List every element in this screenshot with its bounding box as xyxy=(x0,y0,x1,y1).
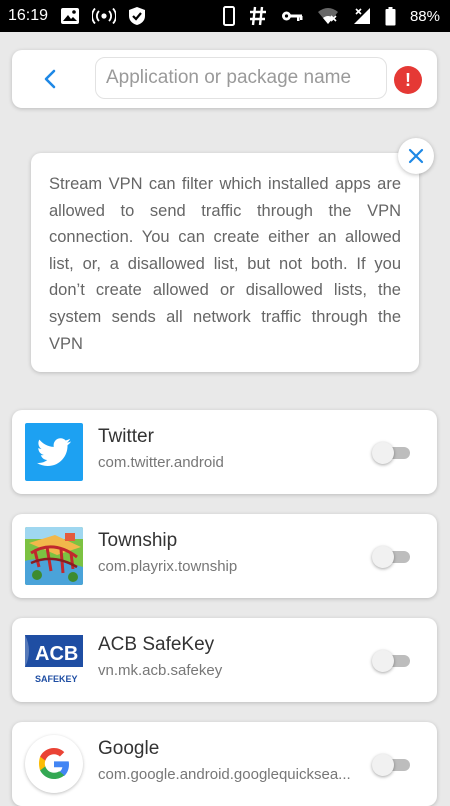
app-name: Twitter xyxy=(98,426,154,447)
app-package: vn.mk.acb.safekey xyxy=(98,662,223,679)
app-toggle[interactable] xyxy=(372,546,410,568)
twitter-icon xyxy=(25,423,83,481)
hash-icon xyxy=(249,6,267,26)
acb-logo-text: ACB xyxy=(35,643,78,665)
app-name: ACB SafeKey xyxy=(98,634,215,655)
list-item-app[interactable]: Township com.playrix.township xyxy=(12,514,437,598)
status-bar: 16:19 88% xyxy=(0,0,450,32)
wifi-icon xyxy=(317,7,339,25)
app-toggle[interactable] xyxy=(372,442,410,464)
township-icon xyxy=(25,527,83,585)
acb-safekey-icon: ACB SAFEKEY xyxy=(25,631,83,689)
battery-icon xyxy=(385,6,396,26)
list-item-app[interactable]: Google com.google.android.googlequicksea… xyxy=(12,722,437,806)
app-name: Google xyxy=(98,738,160,759)
info-text: Stream VPN can filter which installed ap… xyxy=(49,175,401,353)
app-package: com.twitter.android xyxy=(98,454,224,471)
key-icon xyxy=(281,9,303,23)
list-item-app[interactable]: ACB SAFEKEY ACB SafeKey vn.mk.acb.safeke… xyxy=(12,618,437,702)
google-icon xyxy=(25,735,83,793)
phone-icon xyxy=(222,6,235,26)
list-item-app[interactable]: Twitter com.twitter.android xyxy=(12,410,437,494)
info-card: Stream VPN can filter which installed ap… xyxy=(31,153,419,372)
image-icon xyxy=(60,7,80,25)
app-toggle[interactable] xyxy=(372,754,410,776)
close-icon[interactable] xyxy=(398,138,434,174)
broadcast-icon xyxy=(92,8,117,24)
search-input[interactable] xyxy=(95,57,387,99)
back-arrow-icon[interactable] xyxy=(38,66,64,92)
app-package: com.playrix.township xyxy=(98,558,238,575)
app-package: com.google.android.googlequicksea... xyxy=(98,766,351,783)
status-time: 16:19 xyxy=(8,7,49,24)
app-name: Township xyxy=(98,530,178,551)
shield-check-icon xyxy=(128,6,146,26)
alert-icon[interactable]: ! xyxy=(394,66,422,94)
search-bar xyxy=(12,50,437,108)
safekey-logo-text: SAFEKEY xyxy=(35,674,78,684)
battery-percentage: 88% xyxy=(409,7,440,25)
signal-icon xyxy=(353,7,371,25)
app-toggle[interactable] xyxy=(372,650,410,672)
